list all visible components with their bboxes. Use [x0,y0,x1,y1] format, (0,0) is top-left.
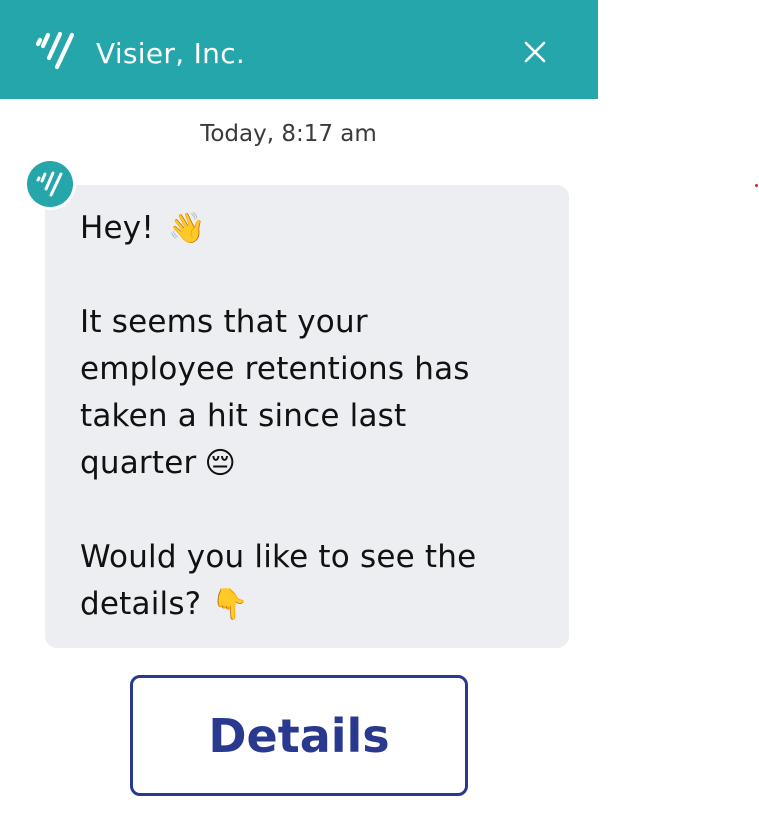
message-spacer [80,487,550,534]
close-icon [524,41,546,63]
pensive-face-emoji-icon: 😔 [204,446,236,481]
message-line: taken a hit since last [80,398,407,434]
bot-avatar [27,161,73,207]
quarter-text: quarter [80,445,197,481]
chat-title: Visier, Inc. [96,37,246,70]
pointing-down-emoji-icon: 👇 [211,587,249,622]
chat-header: Visier, Inc. [0,0,598,99]
message-text: Hey! 👋 It seems that your employee retent… [80,205,550,628]
stray-dot [755,184,758,187]
message-timestamp: Today, 8:17 am [200,121,377,147]
visier-logo-icon [35,31,75,70]
message-line-details: details? 👇 [80,581,550,628]
chat-panel: Visier, Inc. Today, 8:17 am Hey! 👋 It se… [0,0,598,832]
message-line: employee retentions has [80,351,470,387]
message-line-quarter: quarter 😔 [80,440,550,487]
details-button-label: Details [208,708,390,763]
details-button[interactable]: Details [130,675,468,796]
details-question-text: details? [80,586,202,622]
visier-avatar-icon [36,171,63,197]
waving-hand-emoji-icon: 👋 [167,211,206,246]
greeting-text: Hey! [80,210,154,246]
message-line: Would you like to see the [80,539,477,575]
message-line: It seems that your [80,304,368,340]
message-line-greeting: Hey! 👋 [80,205,550,252]
close-button[interactable] [516,33,554,71]
stage: Visier, Inc. Today, 8:17 am Hey! 👋 It se… [0,0,759,832]
message-spacer [80,252,550,299]
